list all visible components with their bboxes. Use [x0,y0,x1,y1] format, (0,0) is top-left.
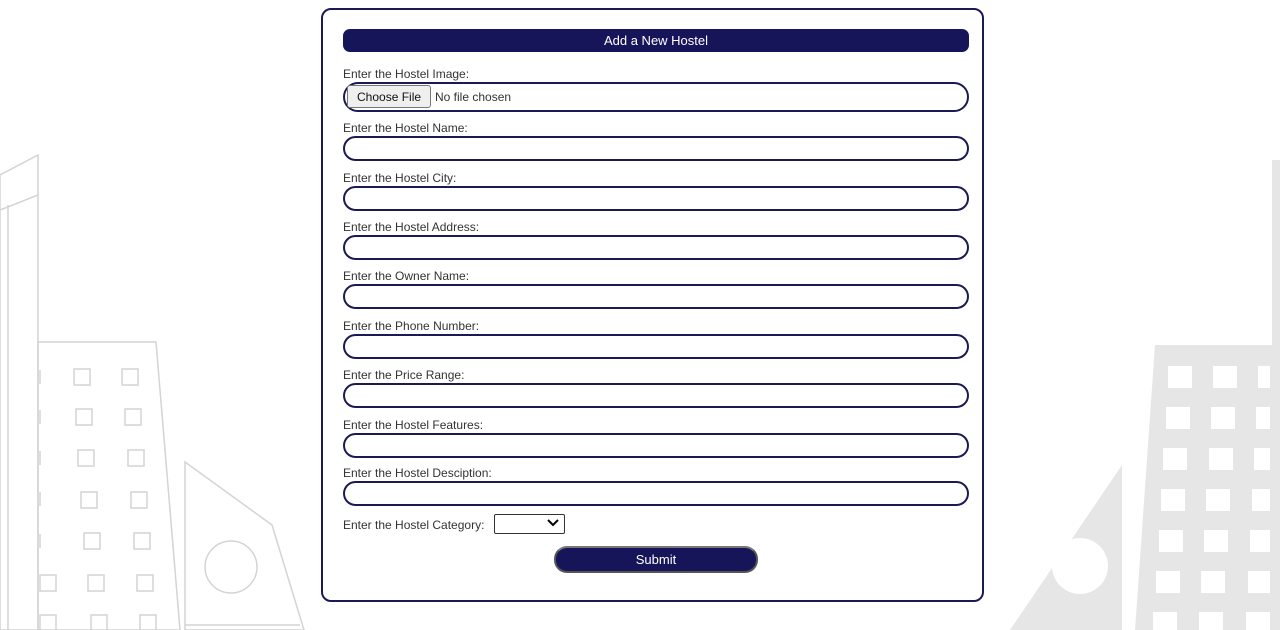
hostel-city-input[interactable] [343,186,969,211]
owner-name-input[interactable] [343,284,969,309]
hostel-description-input[interactable] [343,481,969,506]
submit-button[interactable]: Submit [554,546,758,573]
hostel-city-label: Enter the Hostel City: [343,171,457,185]
phone-number-label: Enter the Phone Number: [343,319,480,333]
hostel-features-label: Enter the Hostel Features: [343,418,484,432]
add-hostel-form: Add a New Hostel Enter the Hostel Image:… [321,8,984,602]
hostel-name-input[interactable] [343,136,969,161]
owner-name-label: Enter the Owner Name: [343,269,470,283]
hostel-category-select[interactable] [494,514,565,534]
hostel-image-label: Enter the Hostel Image: [343,67,470,81]
choose-file-button[interactable]: Choose File [347,85,432,108]
hostel-category-label: Enter the Hostel Category: [343,518,485,532]
hostel-name-label: Enter the Hostel Name: [343,121,468,135]
chevron-down-icon [547,516,559,533]
price-range-input[interactable] [343,383,969,408]
phone-number-input[interactable] [343,334,969,359]
hostel-address-label: Enter the Hostel Address: [343,220,480,234]
hostel-features-input[interactable] [343,433,969,458]
file-status-text: No file chosen [435,90,512,104]
hostel-address-input[interactable] [343,235,969,260]
price-range-label: Enter the Price Range: [343,368,465,382]
hostel-description-label: Enter the Hostel Desciption: [343,466,492,480]
hostel-image-field: Choose File No file chosen [343,82,969,112]
form-title: Add a New Hostel [343,29,969,52]
